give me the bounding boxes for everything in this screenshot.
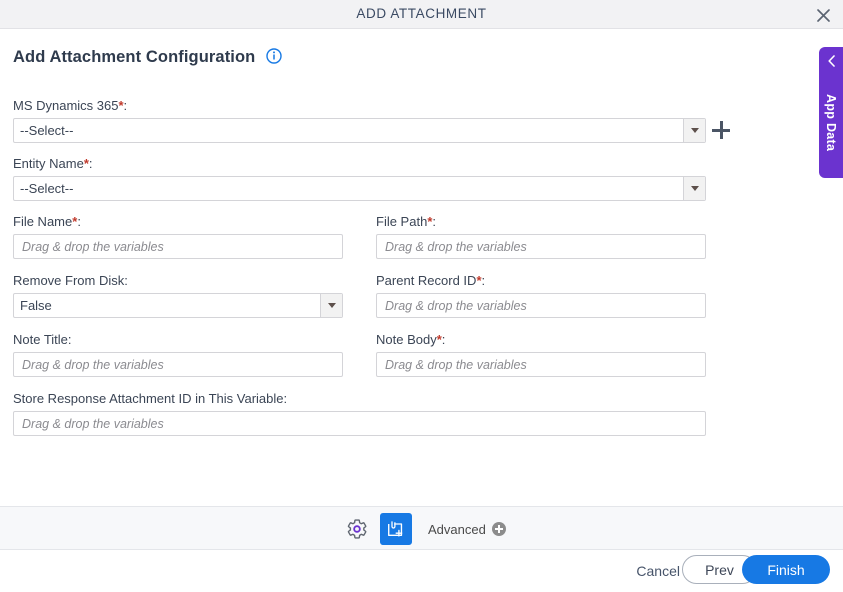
chevron-down-icon[interactable]	[683, 119, 705, 142]
label-file-name: File Name*:	[13, 214, 81, 229]
chevron-left-icon	[819, 53, 843, 69]
label-text: Remove From Disk	[13, 273, 124, 288]
gear-icon[interactable]	[344, 516, 370, 542]
page-title: Add Attachment Configuration	[13, 48, 282, 69]
dialog-titlebar: ADD ATTACHMENT	[0, 0, 843, 29]
file-path-input[interactable]	[376, 234, 706, 259]
circle-plus-icon[interactable]	[492, 522, 506, 536]
required-marker: *	[84, 156, 89, 171]
required-marker: *	[72, 214, 77, 229]
remove-from-disk-select[interactable]: False	[13, 293, 343, 318]
remove-from-disk-value: False	[14, 294, 320, 317]
form-area: Add Attachment Configuration MS Dynamics…	[0, 29, 843, 506]
advanced-toggle[interactable]: Advanced	[428, 522, 506, 537]
note-body-input[interactable]	[376, 352, 706, 377]
label-text: File Path	[376, 214, 427, 229]
file-name-input[interactable]	[13, 234, 343, 259]
required-marker: *	[427, 214, 432, 229]
label-entity-name: Entity Name*:	[13, 156, 93, 171]
add-connection-plus-icon[interactable]	[712, 121, 730, 139]
add-attachment-icon-button[interactable]	[380, 513, 412, 545]
chevron-down-icon[interactable]	[683, 177, 705, 200]
label-ms-dynamics-365: MS Dynamics 365*:	[13, 98, 127, 113]
dialog-footer: Cancel Prev Finish	[0, 550, 843, 592]
label-text: MS Dynamics 365	[13, 98, 118, 113]
dialog-title: ADD ATTACHMENT	[0, 0, 843, 28]
app-data-label: App Data	[819, 71, 843, 175]
label-remove-from-disk: Remove From Disk:	[13, 273, 128, 288]
required-marker: *	[476, 273, 481, 288]
cancel-button[interactable]: Cancel	[630, 559, 686, 583]
parent-record-id-input[interactable]	[376, 293, 706, 318]
info-icon[interactable]	[266, 48, 282, 69]
chevron-down-icon[interactable]	[320, 294, 342, 317]
label-text: File Name	[13, 214, 72, 229]
required-marker: *	[437, 332, 442, 347]
finish-button[interactable]: Finish	[742, 555, 830, 584]
note-title-input[interactable]	[13, 352, 343, 377]
ms-dynamics-365-select[interactable]: --Select--	[13, 118, 706, 143]
bottom-toolbar: Advanced	[0, 506, 843, 550]
store-response-attachment-id-input[interactable]	[13, 411, 706, 436]
label-parent-record-id: Parent Record ID*:	[376, 273, 485, 288]
label-text: Note Title	[13, 332, 68, 347]
page-title-text: Add Attachment Configuration	[13, 48, 255, 66]
label-text: Note Body	[376, 332, 437, 347]
label-text: Entity Name	[13, 156, 84, 171]
add-attachment-dialog: ADD ATTACHMENT Add Attachment Configurat…	[0, 0, 843, 592]
close-icon[interactable]	[811, 3, 835, 27]
required-marker: *	[118, 98, 123, 113]
label-file-path: File Path*:	[376, 214, 436, 229]
toolbar-actions: Advanced	[344, 507, 506, 551]
app-data-tab[interactable]: App Data	[819, 47, 843, 178]
entity-name-select[interactable]: --Select--	[13, 176, 706, 201]
entity-name-value: --Select--	[14, 177, 683, 200]
label-text: Store Response Attachment ID in This Var…	[13, 391, 284, 406]
label-note-body: Note Body*:	[376, 332, 445, 347]
ms-dynamics-365-value: --Select--	[14, 119, 683, 142]
label-text: Parent Record ID	[376, 273, 476, 288]
advanced-label: Advanced	[428, 522, 486, 537]
label-store-response-attachment-id: Store Response Attachment ID in This Var…	[13, 391, 287, 406]
label-note-title: Note Title:	[13, 332, 72, 347]
